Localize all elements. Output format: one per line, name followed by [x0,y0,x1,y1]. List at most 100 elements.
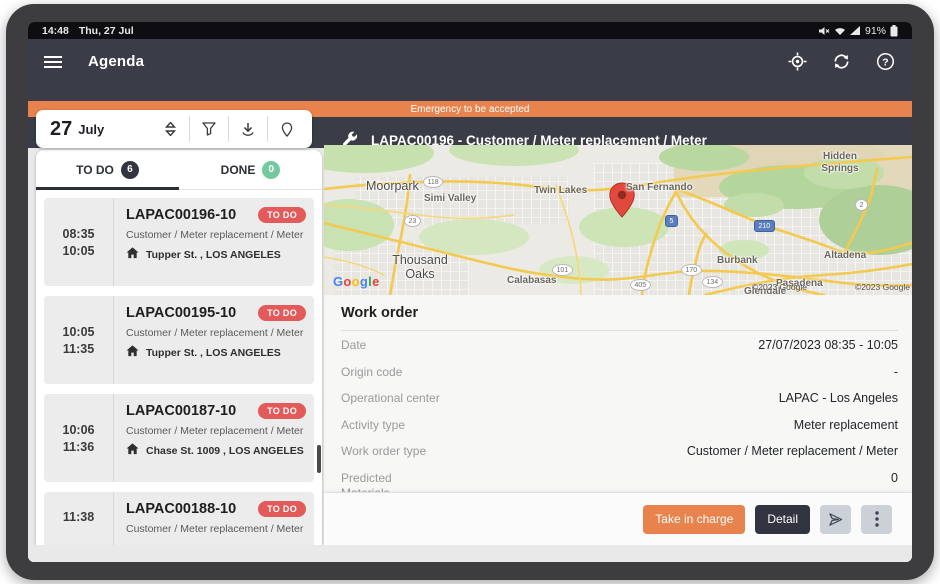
bottom-strip [28,545,912,562]
work-order-code: LAPAC00195-10 [126,305,236,321]
logo-letter: G [333,274,343,289]
detail-value: Customer / Meter replacement / Meter [687,444,898,458]
battery-percent: 91% [865,25,886,37]
logo-letter: o [343,274,351,289]
work-order-address: Chase St. 1009 , LOS ANGELES [146,445,304,457]
detail-button[interactable]: Detail [755,505,810,534]
date-day[interactable]: 27 [50,118,72,141]
detail-label: Work order type [341,444,426,459]
svg-text:?: ? [882,57,888,68]
map-pin-icon[interactable] [268,117,306,141]
highway-shield: 170 [681,264,702,276]
detail-label: Operational center [341,391,440,406]
status-badge: TO DO [258,403,306,419]
date-month[interactable]: July [78,122,104,137]
map-attribution: ©2023 Google [752,282,807,292]
map-label: Hidden Springs [814,151,866,174]
filter-icon[interactable] [190,117,228,141]
agenda-list-panel: TO DO 6 DONE 0 08:35 10:05 LAPAC001 [36,150,322,545]
time-slot: 08:35 10:05 [44,198,114,286]
map-label: Twin Lakes [534,185,587,196]
work-order-card[interactable]: 08:35 10:05 LAPAC00196-10 TO DO Customer… [44,198,314,286]
home-icon [126,247,139,262]
highway-shield: 5 [665,215,678,227]
status-bar: 14:48 Thu, 27 Jul 91% [28,22,912,39]
time-end: 11:36 [63,440,94,454]
map-label: Burbank [717,255,758,266]
highway-shield: 118 [423,176,443,188]
app-bar: Agenda ? [28,39,912,84]
highway-shield: 2 [855,199,868,211]
status-badge: TO DO [258,501,306,517]
work-order-list: 08:35 10:05 LAPAC00196-10 TO DO Customer… [36,190,322,545]
highway-shield: 134 [702,276,723,288]
status-time: 14:48 [42,25,69,37]
time-slot: 10:05 11:35 [44,296,114,384]
detail-label: Origin code [341,365,402,380]
todo-count-badge: 6 [121,161,139,179]
work-order-type: Customer / Meter replacement / Meter [126,523,306,535]
work-order-card[interactable]: 10:06 11:36 LAPAC00187-10 TO DO Customer… [44,394,314,482]
detail-label: Date [341,338,366,353]
work-order-type: Customer / Meter replacement / Meter [126,327,306,339]
highway-shield: 210 [754,220,775,232]
detail-value: 27/07/2023 08:35 - 10:05 [758,338,898,352]
detail-value: Meter replacement [794,418,898,432]
sync-icon[interactable] [830,51,852,73]
detail-label: Activity type [341,418,405,433]
wifi-icon [834,26,846,36]
home-icon [126,443,139,458]
battery-icon [890,25,898,37]
work-order-address: Tupper St. , LOS ANGELES [146,249,281,261]
map-label: San Fernando [626,182,693,193]
tab-done[interactable]: DONE 0 [179,150,322,189]
map[interactable]: Moorpark Simi Valley Twin Lakes San Fern… [324,145,912,295]
detail-value: LAPAC - Los Angeles [779,391,898,405]
navigate-button[interactable] [820,505,851,534]
time-slot: 10:06 11:36 [44,394,114,482]
tab-todo-label: TO DO [76,163,114,177]
work-order-type: Customer / Meter replacement / Meter [126,425,306,437]
detail-row: Activity type Meter replacement [341,411,898,438]
menu-icon[interactable] [44,56,62,68]
detail-row: Origin code - [341,358,898,385]
logo-letter: o [352,274,360,289]
highway-shield: 23 [404,215,421,227]
map-label: Moorpark [366,179,419,193]
date-selector: 27 July [36,110,312,148]
highway-shield: 101 [552,264,573,276]
signal-icon [850,26,861,36]
work-order-address: Tupper St. , LOS ANGELES [146,347,281,359]
work-order-type: Customer / Meter replacement / Meter [126,229,306,241]
work-order-card[interactable]: 11:38 LAPAC00188-10 TO DO Customer / Met… [44,492,314,545]
status-badge: TO DO [258,207,306,223]
list-scrollbar[interactable] [317,445,321,473]
screen: 14:48 Thu, 27 Jul 91% Agenda ? [28,22,912,562]
work-order-code: LAPAC00187-10 [126,403,236,419]
google-logo: Google [333,274,380,289]
highway-shield: 405 [630,279,651,291]
home-icon [126,345,139,360]
take-in-charge-button[interactable]: Take in charge [643,505,745,534]
tab-todo[interactable]: TO DO 6 [36,150,179,189]
detail-value: - [894,365,898,379]
download-icon[interactable] [229,117,267,141]
more-options-button[interactable] [861,505,892,534]
work-order-code: LAPAC00188-10 [126,501,236,517]
work-order-card[interactable]: 10:05 11:35 LAPAC00195-10 TO DO Customer… [44,296,314,384]
map-label: Altadena [824,250,866,261]
gps-locate-icon[interactable] [786,51,808,73]
time-start: 10:05 [63,325,95,339]
action-bar: Take in charge Detail [324,492,912,545]
logo-letter: g [360,274,368,289]
map-label: Simi Valley [424,193,476,204]
help-icon[interactable]: ? [874,51,896,73]
time-start: 11:38 [63,510,94,524]
emergency-banner-text: Emergency to be accepted [411,104,530,115]
logo-letter: e [372,274,380,289]
sort-icon[interactable] [151,117,189,141]
mute-icon [819,26,830,36]
done-count-badge: 0 [262,161,280,179]
status-badge: TO DO [258,305,306,321]
detail-row: Work order type Customer / Meter replace… [341,437,898,464]
